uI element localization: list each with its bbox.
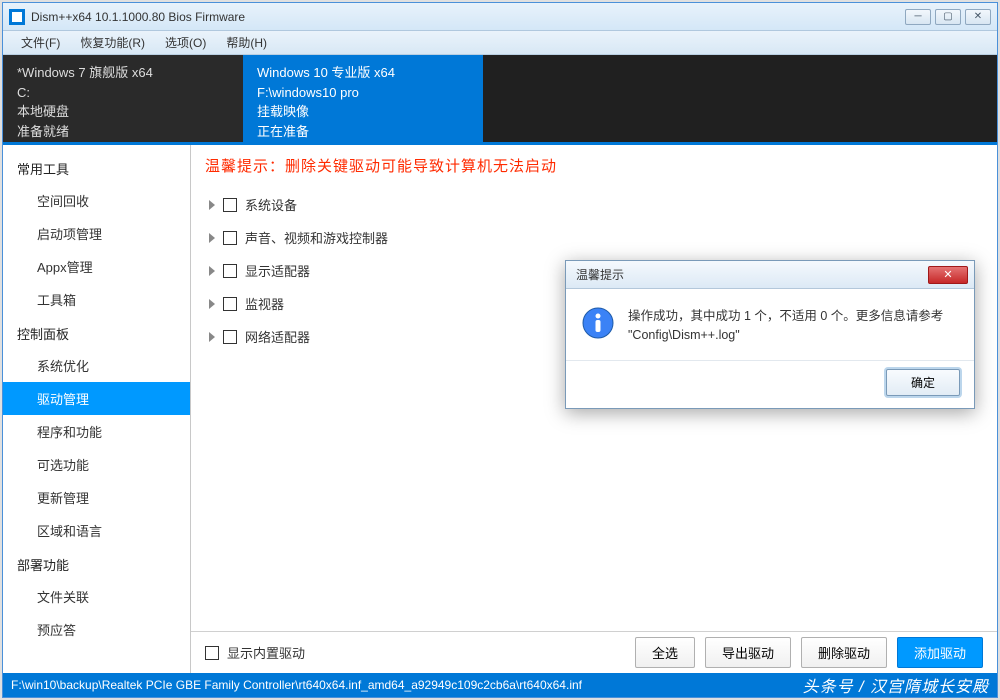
menubar: 文件(F) 恢复功能(R) 选项(O) 帮助(H): [3, 31, 997, 55]
main-content: 温馨提示：删除关键驱动可能导致计算机无法启动 系统设备 声音、视频和游戏控制器 …: [191, 145, 997, 673]
export-driver-button[interactable]: 导出驱动: [705, 637, 791, 668]
select-all-button[interactable]: 全选: [635, 637, 695, 668]
expand-icon[interactable]: [209, 266, 215, 276]
os-selection-panel: *Windows 7 旗舰版 x64 C: 本地硬盘 准备就绪 Windows …: [3, 55, 997, 145]
sidebar-group-deployment: 部署功能: [3, 547, 190, 580]
show-builtin-toggle[interactable]: 显示内置驱动: [205, 643, 305, 662]
expand-icon[interactable]: [209, 233, 215, 243]
sidebar-item-appx[interactable]: Appx管理: [3, 250, 190, 283]
tree-label: 监视器: [245, 294, 284, 313]
expand-icon[interactable]: [209, 332, 215, 342]
menu-recovery[interactable]: 恢复功能(R): [70, 32, 155, 53]
sidebar: 常用工具 空间回收 启动项管理 Appx管理 工具箱 控制面板 系统优化 驱动管…: [3, 145, 191, 673]
tree-item-system-devices[interactable]: 系统设备: [209, 188, 979, 221]
os-name: *Windows 7 旗舰版 x64: [17, 63, 229, 83]
tree-label: 系统设备: [245, 195, 297, 214]
sidebar-item-programs[interactable]: 程序和功能: [3, 415, 190, 448]
dialog-title: 温馨提示: [572, 266, 928, 283]
dialog-close-button[interactable]: ✕: [928, 266, 968, 284]
warning-text: 温馨提示：删除关键驱动可能导致计算机无法启动: [191, 145, 997, 184]
status-brand: 头条号 / 汉宫隋城长安殿: [803, 673, 989, 697]
bottom-toolbar: 显示内置驱动 全选 导出驱动 删除驱动 添加驱动: [191, 631, 997, 673]
checkbox[interactable]: [205, 646, 219, 660]
tree-label: 显示适配器: [245, 261, 310, 280]
expand-icon[interactable]: [209, 299, 215, 309]
dialog-titlebar: 温馨提示 ✕: [566, 261, 974, 289]
checkbox[interactable]: [223, 264, 237, 278]
statusbar: F:\win10\backup\Realtek PCIe GBE Family …: [3, 673, 997, 697]
expand-icon[interactable]: [209, 200, 215, 210]
sidebar-item-driver-management[interactable]: 驱动管理: [3, 382, 190, 415]
checkbox[interactable]: [223, 297, 237, 311]
titlebar: Dism++x64 10.1.1000.80 Bios Firmware ─ ▢…: [3, 3, 997, 31]
close-icon: ✕: [943, 268, 952, 281]
sidebar-item-update-management[interactable]: 更新管理: [3, 481, 190, 514]
os-location: 挂载映像: [257, 102, 469, 122]
sidebar-group-common-tools: 常用工具: [3, 151, 190, 184]
sidebar-item-unattend[interactable]: 预应答: [3, 613, 190, 646]
message-dialog: 温馨提示 ✕ 操作成功，其中成功 1 个，不适用 0 个。更多信息请参考 "Co…: [565, 260, 975, 409]
sidebar-item-startup[interactable]: 启动项管理: [3, 217, 190, 250]
maximize-button[interactable]: ▢: [935, 9, 961, 25]
os-location: 本地硬盘: [17, 102, 229, 122]
os-status: 准备就绪: [17, 122, 229, 142]
app-icon: [9, 9, 25, 25]
sidebar-item-space-cleanup[interactable]: 空间回收: [3, 184, 190, 217]
sidebar-item-optional-features[interactable]: 可选功能: [3, 448, 190, 481]
dialog-ok-button[interactable]: 确定: [886, 369, 960, 396]
os-card-windows10[interactable]: Windows 10 专业版 x64 F:\windows10 pro 挂载映像…: [243, 55, 483, 142]
status-path: F:\win10\backup\Realtek PCIe GBE Family …: [11, 678, 582, 692]
checkbox[interactable]: [223, 198, 237, 212]
sidebar-item-file-assoc[interactable]: 文件关联: [3, 580, 190, 613]
dialog-message: 操作成功，其中成功 1 个，不适用 0 个。更多信息请参考 "Config\Di…: [628, 307, 958, 346]
os-drive: C:: [17, 83, 229, 103]
show-builtin-label: 显示内置驱动: [227, 643, 305, 662]
os-name: Windows 10 专业版 x64: [257, 63, 469, 83]
window-controls: ─ ▢ ✕: [905, 9, 991, 25]
info-icon: [582, 307, 614, 339]
minimize-button[interactable]: ─: [905, 9, 931, 25]
menu-file[interactable]: 文件(F): [11, 32, 70, 53]
tree-label: 声音、视频和游戏控制器: [245, 228, 388, 247]
body-area: 常用工具 空间回收 启动项管理 Appx管理 工具箱 控制面板 系统优化 驱动管…: [3, 145, 997, 673]
menu-help[interactable]: 帮助(H): [216, 32, 277, 53]
dialog-body: 操作成功，其中成功 1 个，不适用 0 个。更多信息请参考 "Config\Di…: [566, 289, 974, 360]
checkbox[interactable]: [223, 231, 237, 245]
os-drive: F:\windows10 pro: [257, 83, 469, 103]
sidebar-group-control-panel: 控制面板: [3, 316, 190, 349]
dialog-footer: 确定: [566, 360, 974, 408]
close-button[interactable]: ✕: [965, 9, 991, 25]
window-title: Dism++x64 10.1.1000.80 Bios Firmware: [31, 10, 905, 24]
tree-item-sound-video[interactable]: 声音、视频和游戏控制器: [209, 221, 979, 254]
delete-driver-button[interactable]: 删除驱动: [801, 637, 887, 668]
menu-options[interactable]: 选项(O): [155, 32, 216, 53]
os-card-windows7[interactable]: *Windows 7 旗舰版 x64 C: 本地硬盘 准备就绪: [3, 55, 243, 142]
tree-label: 网络适配器: [245, 327, 310, 346]
checkbox[interactable]: [223, 330, 237, 344]
sidebar-item-region-language[interactable]: 区域和语言: [3, 514, 190, 547]
os-status: 正在准备: [257, 122, 469, 142]
add-driver-button[interactable]: 添加驱动: [897, 637, 983, 668]
sidebar-item-system-optimize[interactable]: 系统优化: [3, 349, 190, 382]
sidebar-item-toolbox[interactable]: 工具箱: [3, 283, 190, 316]
